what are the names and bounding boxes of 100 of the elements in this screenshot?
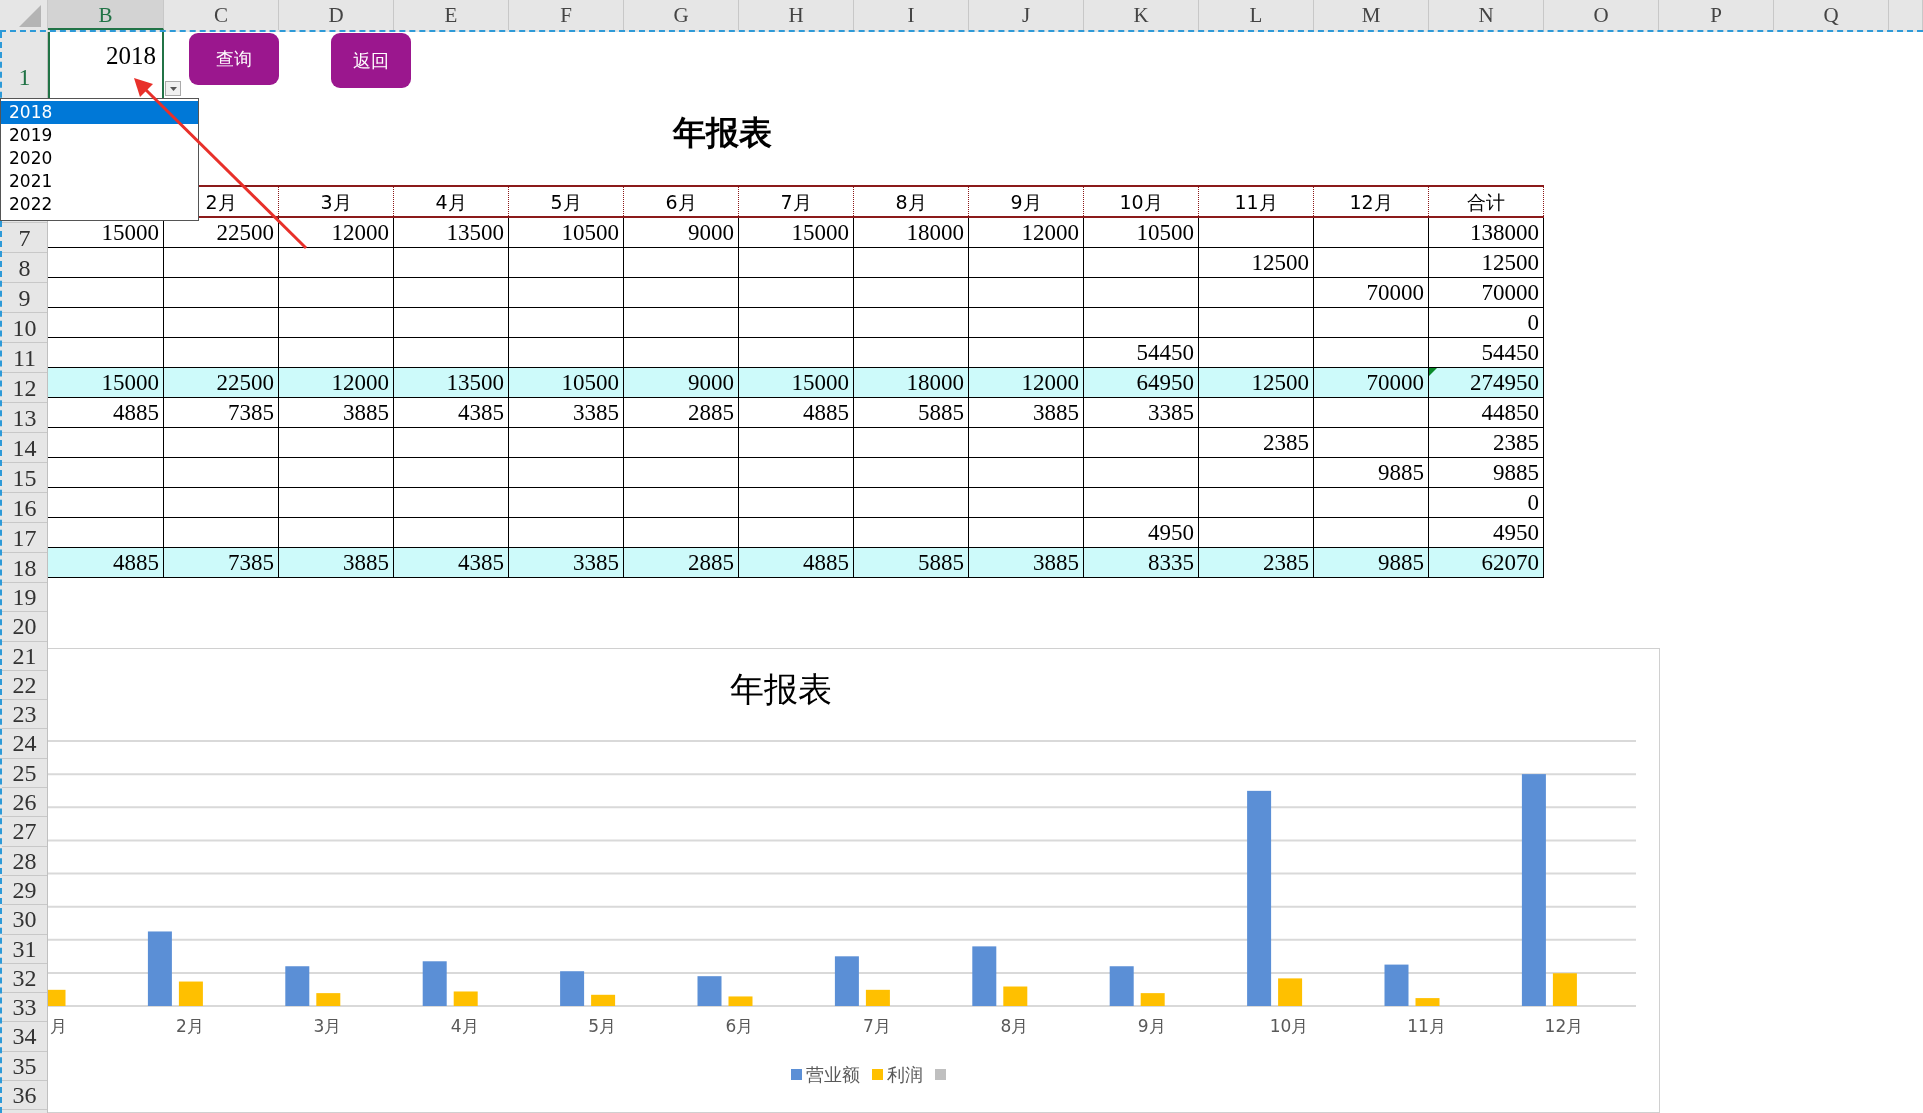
column-header[interactable]: J <box>969 0 1084 30</box>
table-cell: 18000 <box>854 217 969 248</box>
column-header[interactable]: B <box>48 0 164 30</box>
row-header[interactable]: 32 <box>2 963 47 994</box>
column-header[interactable]: F <box>509 0 624 30</box>
row-header[interactable]: 25 <box>2 758 47 789</box>
column-header[interactable]: C <box>164 0 279 30</box>
total-cell: 3885 <box>279 547 394 578</box>
row-header[interactable]: 35 <box>2 1051 47 1082</box>
table-cell: 3385 <box>1084 397 1199 428</box>
row-header[interactable]: 12 <box>2 373 47 403</box>
axis-label: 12月 <box>1544 1015 1584 1036</box>
total-cell: 12000 <box>969 367 1084 398</box>
row-header[interactable]: 19 <box>2 583 47 613</box>
column-header[interactable]: M <box>1314 0 1429 30</box>
dropdown-option[interactable]: 2022 <box>1 193 198 216</box>
column-header[interactable]: E <box>394 0 509 30</box>
dropdown-button[interactable] <box>165 81 181 96</box>
row-header[interactable]: 15 <box>2 463 47 493</box>
row-header[interactable]: 31 <box>2 934 47 964</box>
row-header[interactable]: 24 <box>2 729 47 759</box>
table-cell: 4885 <box>48 397 164 428</box>
column-header[interactable]: I <box>854 0 969 30</box>
row-header[interactable]: 20 <box>2 612 47 642</box>
row-header[interactable]: 28 <box>2 846 47 876</box>
total-cell: 7385 <box>164 547 279 578</box>
dropdown-option[interactable]: 2021 <box>1 170 198 193</box>
column-heading: 10月 <box>1119 190 1163 213</box>
back-button[interactable]: 返回 <box>331 33 411 88</box>
bar <box>834 956 859 1006</box>
column-header[interactable]: G <box>624 0 739 30</box>
row-header[interactable]: 36 <box>2 1081 47 1111</box>
row-header[interactable]: 29 <box>2 875 47 906</box>
bar <box>1384 964 1409 1006</box>
bar <box>591 994 616 1006</box>
row-header[interactable]: 22 <box>2 670 47 701</box>
axis-label: 7月 <box>863 1015 891 1036</box>
axis-label: 5月 <box>588 1015 616 1036</box>
column-header[interactable]: P <box>1659 0 1774 30</box>
total-cell: 3385 <box>509 547 624 578</box>
axis-label: 2月 <box>176 1015 204 1036</box>
table-cell: 70000 <box>1314 277 1429 308</box>
table-cell: 7385 <box>164 397 279 428</box>
query-button[interactable]: 查询 <box>189 33 279 85</box>
total-cell: 70000 <box>1314 367 1429 398</box>
row-header[interactable]: 34 <box>2 1022 47 1052</box>
axis-label: 8月 <box>1000 1015 1029 1036</box>
column-heading: 5月 <box>550 190 582 213</box>
axis-label: 月 <box>49 1015 67 1036</box>
table-cell: 138000 <box>1429 217 1544 248</box>
row-header[interactable]: 18 <box>2 553 47 583</box>
row-header[interactable]: 26 <box>2 788 47 818</box>
row-header[interactable]: 13 <box>2 403 47 433</box>
table-cell: 4385 <box>394 397 509 428</box>
column-header[interactable]: N <box>1429 0 1544 30</box>
total-cell: 12500 <box>1199 367 1314 398</box>
table-cell: 9885 <box>1314 457 1429 488</box>
row-header[interactable]: 27 <box>2 817 47 847</box>
column-heading: 3月 <box>320 190 352 213</box>
bar <box>1278 978 1303 1006</box>
dropdown-option[interactable]: 2018 <box>1 101 198 124</box>
total-cell: 4885 <box>739 547 854 578</box>
chart-title: 年报表 <box>729 670 832 708</box>
table-cell: 12000 <box>279 217 394 248</box>
column-heading: 7月 <box>780 190 812 213</box>
row-header[interactable]: 10 <box>2 313 47 343</box>
year-dropdown-menu[interactable]: 2018 2019 2020 2021 2022 <box>0 98 199 221</box>
row-header[interactable]: 8 <box>2 253 47 283</box>
bar <box>178 981 203 1006</box>
row-header[interactable]: 9 <box>2 283 47 313</box>
column-header[interactable]: H <box>739 0 854 30</box>
bar <box>1552 972 1577 1006</box>
total-cell: 2385 <box>1199 547 1314 578</box>
row-header[interactable]: 21 <box>2 641 47 671</box>
row-header[interactable]: 11 <box>2 343 47 373</box>
dropdown-option[interactable]: 2019 <box>1 124 198 147</box>
table-cell: 0 <box>1429 307 1544 338</box>
column-heading: 8月 <box>895 190 927 213</box>
row-header[interactable]: 23 <box>2 700 47 730</box>
year-cell[interactable]: 2018 <box>106 42 156 70</box>
table-cell: 54450 <box>1084 337 1199 368</box>
legend-label: 利润 <box>887 1062 923 1087</box>
column-header[interactable]: D <box>279 0 394 30</box>
row-header[interactable]: 16 <box>2 493 47 523</box>
column-header[interactable]: K <box>1084 0 1199 30</box>
total-cell: 274950 <box>1429 367 1544 398</box>
row-header[interactable]: 7 <box>2 223 47 253</box>
table-cell: 12500 <box>1199 247 1314 278</box>
row-header[interactable]: 33 <box>2 993 47 1023</box>
row-header[interactable]: 14 <box>2 433 47 463</box>
row-header[interactable]: 17 <box>2 523 47 553</box>
table-cell: 54450 <box>1429 337 1544 368</box>
column-header[interactable]: O <box>1544 0 1659 30</box>
total-cell: 4385 <box>394 547 509 578</box>
axis-label: 4月 <box>450 1015 479 1036</box>
row-header[interactable]: 30 <box>2 905 47 935</box>
column-header[interactable]: L <box>1199 0 1314 30</box>
total-cell: 64950 <box>1084 367 1199 398</box>
column-header[interactable]: Q <box>1774 0 1889 30</box>
dropdown-option[interactable]: 2020 <box>1 147 198 170</box>
